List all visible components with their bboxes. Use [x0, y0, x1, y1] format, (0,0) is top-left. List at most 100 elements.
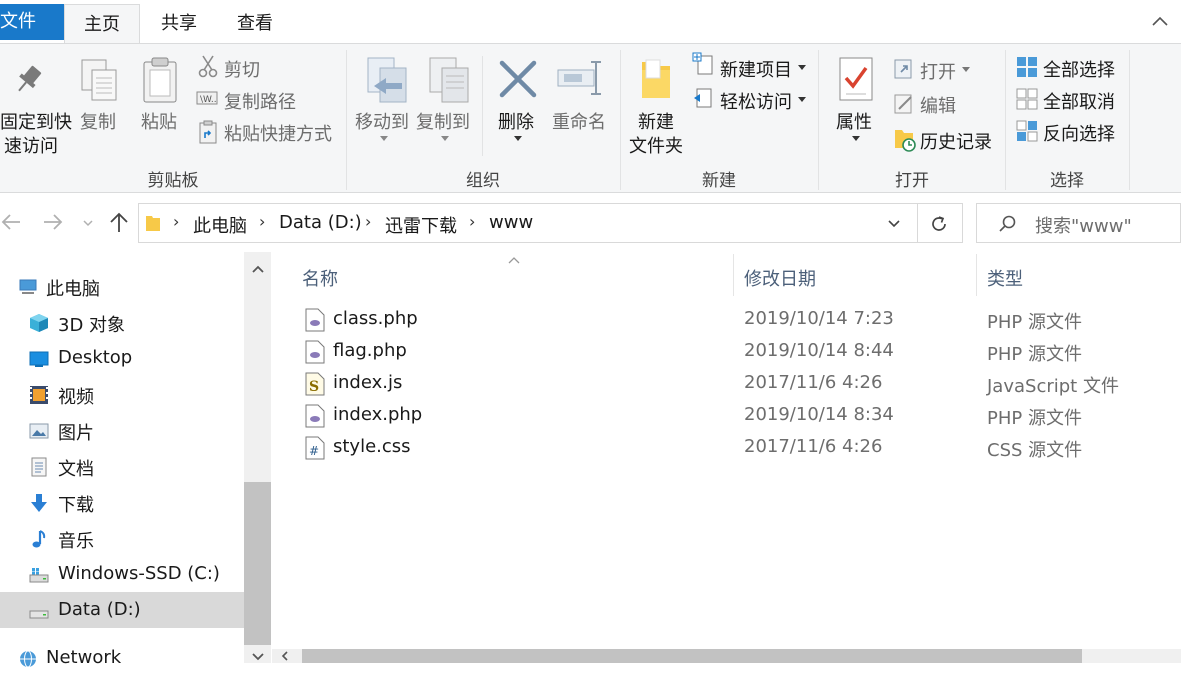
- move-to-dropdown-icon[interactable]: [380, 136, 388, 141]
- column-header-name[interactable]: 名称: [302, 265, 338, 291]
- breadcrumb-this-pc[interactable]: 此电脑: [193, 212, 247, 238]
- nav-label: Windows-SSD (C:): [58, 563, 220, 584]
- copy-path-icon: \W..: [196, 91, 218, 105]
- new-item-dropdown-icon[interactable]: [798, 65, 806, 70]
- scroll-down-icon[interactable]: [251, 652, 265, 662]
- select-all-icon: [1017, 57, 1037, 77]
- nav-label: Data (D:): [58, 599, 141, 620]
- nav-item-documents[interactable]: 文档: [0, 448, 244, 484]
- cut-button[interactable]: 剪切: [224, 56, 260, 82]
- file-date: 2019/10/14 8:44: [744, 340, 894, 361]
- properties-dropdown-icon[interactable]: [852, 136, 860, 141]
- navigation-pane: 此电脑 3D 对象 Desktop 视频 图片 文档 下载 音乐 Windows…: [0, 252, 272, 668]
- nav-item-pictures[interactable]: 图片: [0, 412, 244, 448]
- move-to-button[interactable]: 移动到: [355, 108, 409, 134]
- file-date: 2017/11/6 4:26: [744, 372, 883, 393]
- copy-to-dropdown-icon[interactable]: [441, 136, 449, 141]
- select-none-button[interactable]: 全部取消: [1043, 88, 1115, 114]
- nav-item-desktop[interactable]: Desktop: [0, 340, 244, 376]
- open-button[interactable]: 打开: [920, 58, 956, 84]
- nav-label: 文档: [58, 459, 94, 480]
- select-all-button[interactable]: 全部选择: [1043, 56, 1115, 82]
- horizontal-scrollbar[interactable]: [272, 649, 1181, 663]
- breadcrumb-separator[interactable]: ›: [365, 212, 371, 231]
- nav-item-music[interactable]: 音乐: [0, 520, 244, 556]
- download-icon: [31, 494, 47, 512]
- nav-item-this-pc[interactable]: 此电脑: [0, 268, 244, 304]
- nav-item-network[interactable]: Network: [0, 640, 244, 676]
- column-header-type[interactable]: 类型: [987, 265, 1023, 291]
- copy-path-button[interactable]: 复制路径: [224, 88, 296, 114]
- column-divider[interactable]: [733, 254, 734, 296]
- breadcrumb-separator[interactable]: ›: [469, 212, 475, 231]
- breadcrumb-xunlei[interactable]: 迅雷下载: [385, 212, 457, 238]
- file-row[interactable]: class.php 2019/10/14 7:23 PHP 源文件: [272, 304, 1181, 336]
- folder-icon: [146, 216, 160, 231]
- file-date: 2019/10/14 8:34: [744, 404, 894, 425]
- paste-button[interactable]: 粘贴: [141, 108, 177, 134]
- paste-shortcut-button[interactable]: 粘贴快捷方式: [224, 120, 332, 146]
- tab-home[interactable]: 主页: [64, 4, 140, 44]
- nav-item-drive-d[interactable]: Data (D:): [0, 592, 244, 628]
- group-label-select: 选择: [1050, 171, 1084, 191]
- drive-c-icon: [29, 568, 49, 583]
- address-bar[interactable]: › 此电脑 › Data (D:) › 迅雷下载 › www: [138, 203, 963, 243]
- up-icon[interactable]: [108, 210, 130, 234]
- nav-scrollbar-thumb[interactable]: [244, 482, 271, 645]
- delete-button[interactable]: 删除: [498, 108, 534, 134]
- search-placeholder[interactable]: 搜索"www": [1035, 212, 1132, 238]
- refresh-icon[interactable]: [929, 214, 949, 234]
- horizontal-scrollbar-thumb[interactable]: [302, 649, 1082, 663]
- open-dropdown-icon[interactable]: [962, 67, 970, 72]
- breadcrumb-separator[interactable]: ›: [173, 212, 179, 231]
- address-dropdown-icon[interactable]: [887, 219, 901, 229]
- copy-to-button[interactable]: 复制到: [416, 108, 470, 134]
- column-divider[interactable]: [976, 254, 977, 296]
- nav-scrollbar[interactable]: [244, 252, 271, 663]
- breadcrumb-data-d[interactable]: Data (D:): [279, 212, 362, 233]
- new-folder-label1[interactable]: 新建: [638, 108, 674, 134]
- properties-icon: [839, 57, 873, 101]
- new-folder-label2[interactable]: 文件夹: [629, 132, 683, 158]
- nav-label: 此电脑: [46, 279, 100, 300]
- back-icon[interactable]: [0, 212, 22, 232]
- nav-item-3d-objects[interactable]: 3D 对象: [0, 304, 244, 340]
- nav-item-downloads[interactable]: 下载: [0, 484, 244, 520]
- picture-icon: [29, 423, 49, 439]
- tab-view[interactable]: 查看: [222, 4, 288, 44]
- breadcrumb-separator[interactable]: ›: [259, 212, 265, 231]
- css-file-icon: #: [305, 436, 325, 460]
- edit-button[interactable]: 编辑: [920, 92, 956, 118]
- navigation-bar: › 此电脑 › Data (D:) › 迅雷下载 › www 搜索"www": [0, 194, 1181, 252]
- nav-item-videos[interactable]: 视频: [0, 376, 244, 412]
- scroll-up-icon[interactable]: [251, 264, 265, 274]
- column-header-date[interactable]: 修改日期: [744, 265, 816, 291]
- scroll-left-icon[interactable]: [280, 651, 290, 661]
- new-item-button[interactable]: 新建项目: [720, 56, 792, 82]
- tab-share[interactable]: 共享: [146, 4, 212, 44]
- invert-selection-button[interactable]: 反向选择: [1043, 120, 1115, 146]
- breadcrumb-www[interactable]: www: [489, 212, 533, 233]
- rename-icon: [557, 61, 601, 95]
- recent-locations-icon[interactable]: [82, 218, 94, 228]
- file-row[interactable]: S index.js 2017/11/6 4:26 JavaScript 文件: [272, 368, 1181, 400]
- delete-dropdown-icon[interactable]: [514, 136, 522, 141]
- collapse-ribbon-icon[interactable]: [1150, 12, 1170, 32]
- rename-button[interactable]: 重命名: [552, 108, 606, 134]
- tab-file[interactable]: 文件: [0, 4, 64, 40]
- easy-access-dropdown-icon[interactable]: [798, 97, 806, 102]
- paste-icon: [143, 57, 177, 103]
- nav-item-drive-c[interactable]: Windows-SSD (C:): [0, 556, 244, 592]
- copy-button[interactable]: 复制: [80, 108, 116, 134]
- file-row[interactable]: flag.php 2019/10/14 8:44 PHP 源文件: [272, 336, 1181, 368]
- pin-quick-access-label2[interactable]: 速访问: [4, 132, 58, 158]
- new-item-icon: [692, 52, 713, 75]
- search-box[interactable]: 搜索"www": [976, 203, 1181, 243]
- file-row[interactable]: index.php 2019/10/14 8:34 PHP 源文件: [272, 400, 1181, 432]
- easy-access-button[interactable]: 轻松访问: [720, 88, 792, 114]
- history-button[interactable]: 历史记录: [920, 128, 992, 154]
- file-row[interactable]: # style.css 2017/11/6 4:26 CSS 源文件: [272, 432, 1181, 464]
- properties-button[interactable]: 属性: [836, 108, 872, 134]
- forward-icon[interactable]: [42, 212, 64, 232]
- pin-quick-access-label1[interactable]: 固定到快: [0, 108, 72, 134]
